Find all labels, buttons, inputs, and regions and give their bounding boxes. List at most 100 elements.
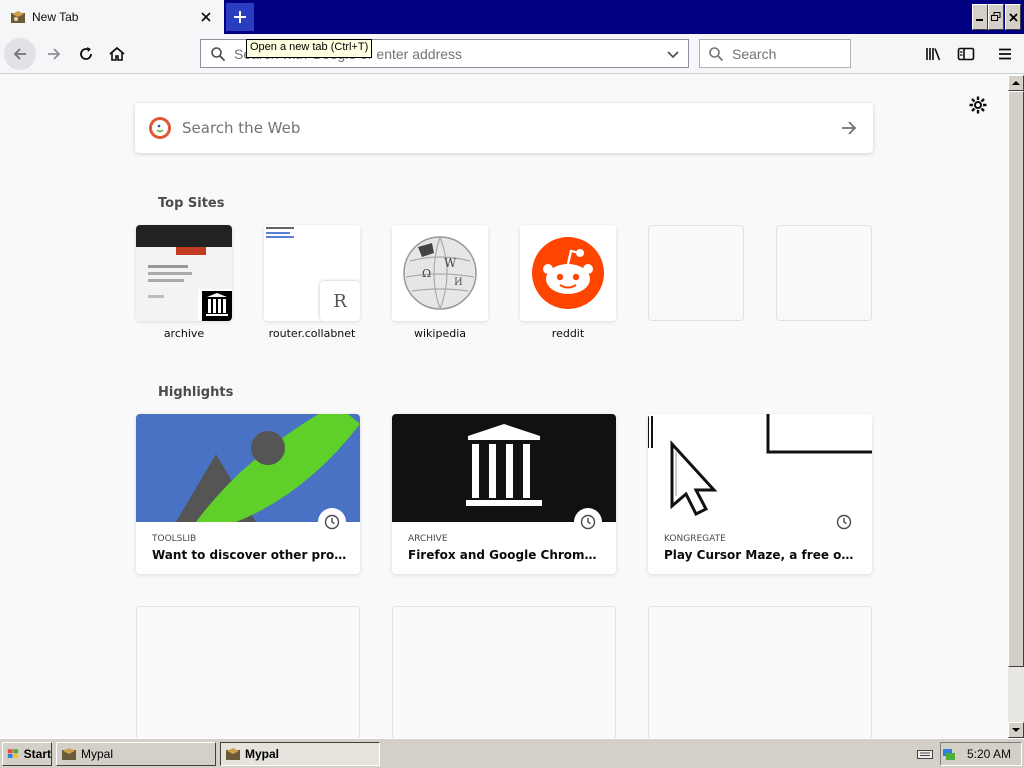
arrow-right-icon[interactable] (839, 118, 859, 138)
taskbar-item-mypal-active[interactable]: Mypal (220, 742, 380, 766)
highlight-card-archive[interactable]: ARCHIVE Firefox and Google Chrome with..… (392, 414, 616, 574)
reload-icon (80, 47, 92, 60)
highlight-card-kongregate[interactable]: KONGREGATE Play Cursor Maze, a free onli… (648, 414, 872, 574)
mypal-app-icon (226, 748, 240, 760)
back-button[interactable] (4, 38, 36, 70)
sidebar-icon (957, 47, 975, 61)
mypal-app-icon (62, 748, 76, 760)
clock-icon (830, 508, 858, 536)
tab-title: New Tab (32, 10, 79, 24)
empty-site-placeholder (648, 225, 744, 321)
site-label: archive (163, 327, 205, 340)
card-image (648, 414, 872, 522)
site-label: reddit (551, 327, 585, 340)
task-label: Mypal (81, 747, 114, 761)
scroll-up-button[interactable] (1008, 75, 1024, 91)
search-input[interactable]: Search (699, 39, 851, 68)
card-image (392, 414, 616, 522)
top-site-wikipedia[interactable]: W Ω И wikipedia (392, 225, 488, 340)
vertical-scrollbar[interactable] (1008, 75, 1024, 738)
close-icon (201, 12, 211, 22)
card-source: KONGREGATE (664, 534, 726, 544)
rocket-image (136, 414, 360, 522)
restore-button[interactable] (988, 4, 1004, 30)
keyboard-icon[interactable] (917, 748, 933, 760)
site-letter-badge: R (320, 281, 360, 321)
svg-text:Ω: Ω (422, 267, 431, 280)
close-icon (1008, 12, 1018, 22)
duckduckgo-logo-icon (149, 117, 171, 139)
tab-strip: New Tab (0, 0, 1024, 34)
new-tab-page: Search the Web Top Sites archive R route… (0, 75, 1008, 738)
site-thumbnail (520, 225, 616, 321)
empty-site-placeholder (776, 225, 872, 321)
menu-button[interactable] (989, 38, 1021, 70)
taskbar: Start Mypal Mypal 5:20 AM (0, 738, 1024, 768)
library-button[interactable] (918, 38, 950, 70)
svg-text:W: W (444, 256, 457, 270)
minimize-button[interactable] (972, 4, 988, 30)
wikipedia-globe-icon: W Ω И (392, 225, 488, 321)
top-site-empty[interactable] (776, 225, 872, 327)
archive-building-icon (392, 414, 616, 522)
scroll-up-arrow-icon (1012, 81, 1020, 85)
network-icon[interactable] (941, 747, 957, 761)
clock-time: 5:20 AM (967, 747, 1012, 761)
tab-new-tab[interactable]: New Tab (0, 0, 224, 34)
arrow-left-icon (13, 48, 26, 60)
reddit-logo-icon (520, 225, 616, 321)
close-tab-button[interactable] (198, 9, 214, 25)
top-site-empty[interactable] (648, 225, 744, 327)
home-icon (109, 46, 125, 61)
highlight-card-empty (136, 606, 360, 738)
top-site-archive[interactable]: archive (136, 225, 232, 340)
restore-icon (991, 12, 1001, 21)
highlight-card-empty (392, 606, 616, 738)
site-label: router.collabnet (268, 327, 356, 340)
sidebar-button[interactable] (950, 38, 982, 70)
search-icon (211, 46, 226, 61)
system-tray: 5:20 AM (917, 742, 1022, 766)
highlight-card-toolslib[interactable]: TOOLSLIB Want to discover other projects… (136, 414, 360, 574)
new-tab-button[interactable] (226, 3, 254, 31)
web-search-box[interactable]: Search the Web (135, 103, 873, 153)
arrow-right-icon (48, 48, 61, 60)
mypal-app-icon (11, 11, 25, 23)
close-window-button[interactable] (1005, 4, 1021, 30)
card-image (136, 414, 360, 522)
top-site-router-collabnet[interactable]: R router.collabnet (264, 225, 360, 340)
site-label: wikipedia (413, 327, 466, 340)
library-icon (926, 48, 941, 61)
scroll-down-button[interactable] (1008, 722, 1024, 738)
navigation-toolbar: Search with Google or enter address Sear… (0, 34, 1024, 74)
card-source: TOOLSLIB (152, 534, 197, 544)
card-title: Want to discover other projects... (152, 548, 348, 562)
highlights-heading: Highlights (158, 385, 234, 400)
windows-logo-icon (7, 749, 19, 758)
svg-text:И: И (454, 277, 463, 288)
gear-icon[interactable] (968, 95, 988, 115)
home-button[interactable] (101, 38, 133, 70)
taskbar-item-mypal[interactable]: Mypal (56, 742, 216, 766)
site-thumbnail: R (264, 225, 360, 321)
start-button[interactable]: Start (2, 742, 52, 766)
web-search-placeholder: Search the Web (182, 119, 301, 137)
cursor-maze-image (648, 414, 872, 522)
search-placeholder: Search (732, 45, 777, 62)
clock-icon (574, 508, 602, 536)
hamburger-menu-icon (999, 48, 1011, 60)
forward-button[interactable] (38, 38, 70, 70)
card-title: Play Cursor Maze, a free online g... (664, 548, 860, 562)
search-icon (709, 46, 724, 61)
highlight-card-empty (648, 606, 872, 738)
scroll-down-arrow-icon (1012, 728, 1020, 732)
minimize-icon (976, 19, 983, 21)
task-label: Mypal (245, 747, 280, 761)
clock-icon (318, 508, 346, 536)
top-sites-heading: Top Sites (158, 196, 225, 211)
top-site-reddit[interactable]: reddit (520, 225, 616, 340)
site-thumbnail (136, 225, 232, 321)
reload-button[interactable] (70, 38, 102, 70)
chevron-down-icon[interactable] (666, 47, 680, 61)
scrollbar-thumb[interactable] (1008, 91, 1024, 667)
